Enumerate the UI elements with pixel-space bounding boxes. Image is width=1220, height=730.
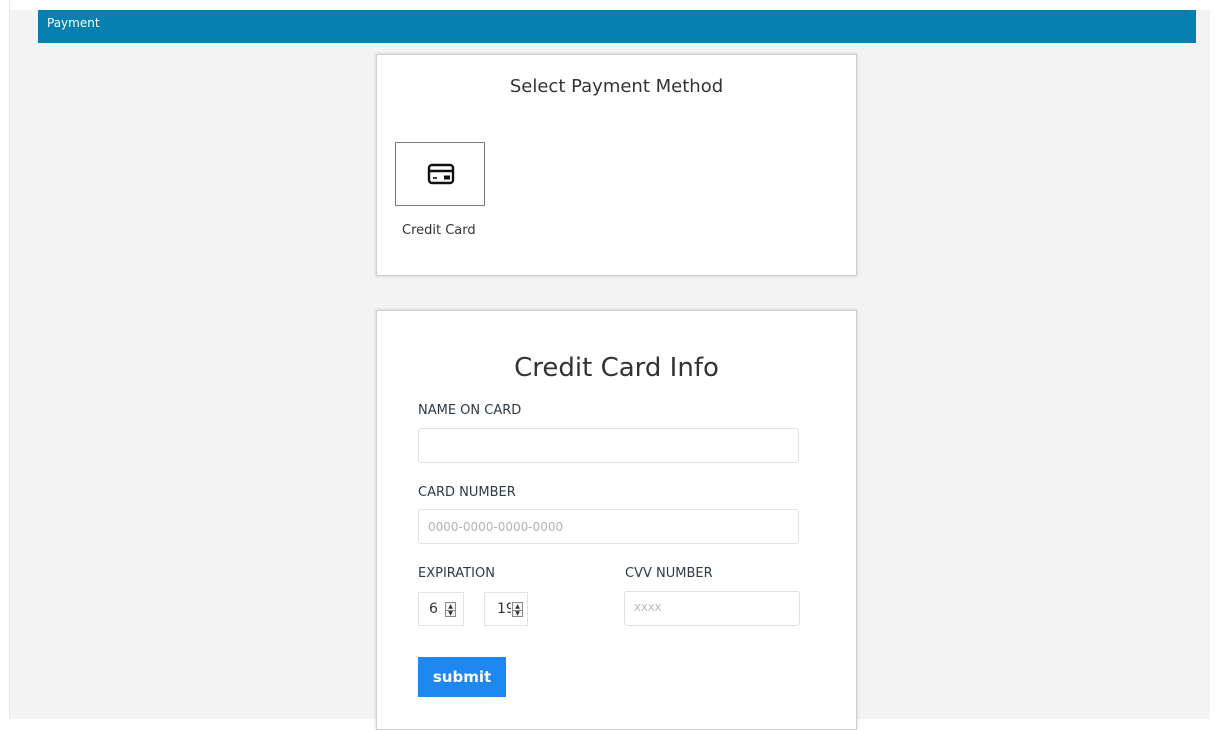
card-number-input[interactable] bbox=[418, 509, 799, 544]
expiration-month-value: 6 bbox=[429, 601, 438, 617]
header-bar: Payment bbox=[38, 10, 1196, 43]
credit-card-info-card: Credit Card Info NAME ON CARD CARD NUMBE… bbox=[376, 310, 857, 730]
header-title: Payment bbox=[47, 16, 100, 30]
left-border bbox=[0, 0, 10, 719]
month-spinner-buttons[interactable]: ▲ ▼ bbox=[445, 602, 456, 617]
expiration-year-value: 19 bbox=[497, 601, 511, 617]
expiration-year-stepper[interactable]: 19 ▲ ▼ bbox=[484, 592, 528, 626]
page: Payment Select Payment Method Credit Car… bbox=[0, 0, 1220, 730]
submit-button[interactable]: submit bbox=[418, 657, 506, 697]
payment-method-card: Select Payment Method Credit Card bbox=[376, 54, 857, 276]
credit-card-icon bbox=[427, 163, 455, 185]
expiration-label: EXPIRATION bbox=[418, 566, 495, 581]
expiration-month-stepper[interactable]: 6 ▲ ▼ bbox=[418, 592, 464, 626]
decrement-icon[interactable]: ▼ bbox=[446, 610, 455, 617]
cvv-input[interactable] bbox=[624, 591, 800, 626]
name-on-card-input[interactable] bbox=[418, 428, 799, 463]
credit-card-option-label: Credit Card bbox=[402, 223, 476, 238]
year-spinner-buttons[interactable]: ▲ ▼ bbox=[512, 602, 523, 617]
decrement-icon[interactable]: ▼ bbox=[513, 610, 522, 617]
name-on-card-label: NAME ON CARD bbox=[418, 403, 522, 418]
cvv-label: CVV NUMBER bbox=[625, 566, 713, 581]
card-number-label: CARD NUMBER bbox=[418, 485, 516, 500]
credit-card-info-title: Credit Card Info bbox=[514, 353, 719, 383]
payment-method-title: Select Payment Method bbox=[509, 76, 724, 97]
credit-card-option-button[interactable] bbox=[395, 142, 485, 206]
